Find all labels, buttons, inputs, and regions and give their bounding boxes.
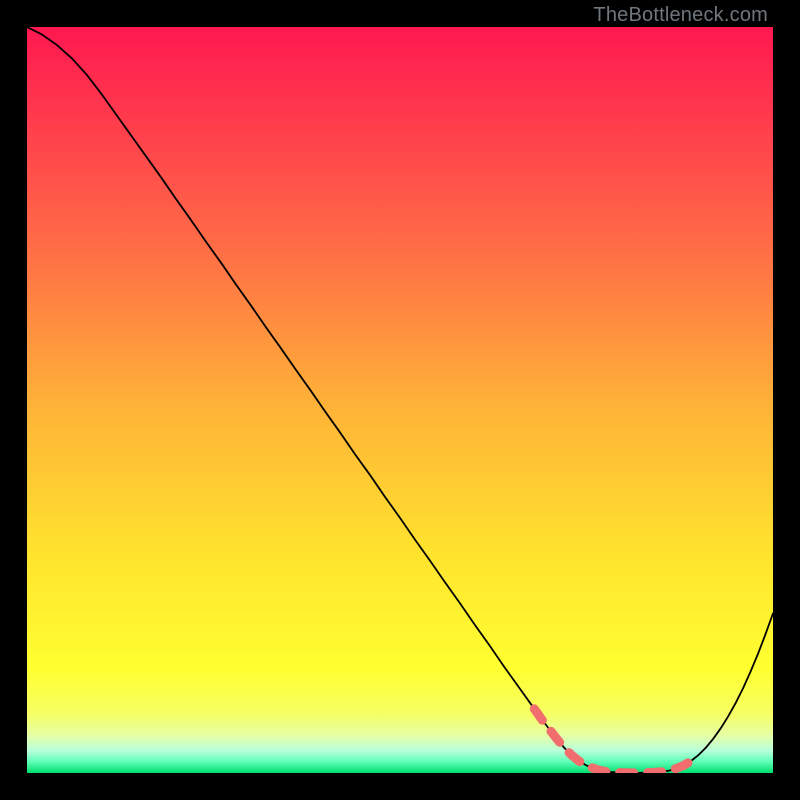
plot-area [27, 27, 773, 773]
bottleneck-curve [27, 27, 773, 773]
chart-frame: TheBottleneck.com [0, 0, 800, 800]
attribution-text: TheBottleneck.com [593, 4, 768, 27]
